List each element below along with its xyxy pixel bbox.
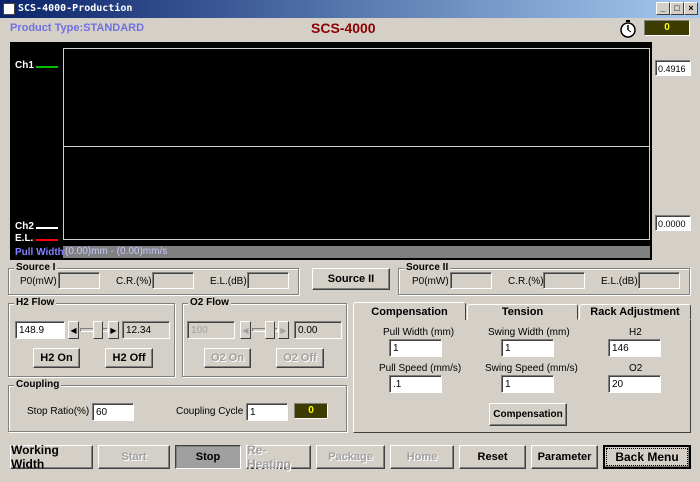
ch1-label: Ch1 — [15, 60, 34, 71]
source2-el-field — [638, 272, 680, 289]
close-button[interactable]: × — [684, 2, 698, 15]
ch2-label: Ch2 — [15, 221, 34, 232]
scope-min-value: 0.0000 — [655, 215, 691, 231]
h2-flow-title: H2 Flow — [14, 297, 57, 308]
h2-on-button[interactable]: H2 On — [33, 348, 80, 368]
maximize-button[interactable]: □ — [670, 2, 684, 15]
h2-slider-left[interactable]: ◀ — [68, 321, 79, 339]
source2-el-label: E.L.(dB) — [601, 276, 638, 287]
app-icon[interactable] — [3, 3, 15, 15]
source2-cr-field — [543, 272, 585, 289]
source2-title: Source II — [404, 262, 451, 273]
el-legend-line — [36, 239, 58, 241]
coupling-title: Coupling — [14, 379, 62, 390]
ch2-legend-line — [36, 227, 58, 229]
trace-line — [64, 146, 649, 147]
source1-cr-label: C.R.(%) — [116, 276, 152, 287]
swing-width-input[interactable]: 1 — [501, 339, 554, 357]
pull-speed-label: Pull Speed (mm/s) — [379, 363, 462, 374]
coupling-cycle-count: 0 — [294, 403, 328, 419]
source2-button[interactable]: Source II — [312, 268, 390, 290]
home-button[interactable]: Home — [390, 445, 454, 469]
reheating-button[interactable]: Re-Heating — [246, 443, 311, 471]
source1-el-label: E.L.(dB) — [210, 276, 247, 287]
back-menu-button[interactable]: Back Menu — [603, 445, 691, 469]
source1-p0-label: P0(mW) — [20, 276, 57, 287]
start-button[interactable]: Start — [98, 445, 170, 469]
tab-rack-adjustment[interactable]: Rack Adjustment — [579, 304, 691, 320]
stop-ratio-label: Stop Ratio(%) — [27, 406, 90, 417]
h2-slider-right[interactable]: ▶ — [108, 321, 119, 339]
stopwatch-icon — [620, 20, 636, 38]
h2-reading: 12.34 — [122, 321, 170, 339]
source2-p0-field — [450, 272, 492, 289]
h2-setpoint-input[interactable]: 148.9 — [15, 321, 65, 339]
plot-area — [63, 48, 650, 240]
source2-cr-label: C.R.(%) — [508, 276, 544, 287]
o2-setpoint-input[interactable]: 100 — [187, 321, 235, 339]
reset-button[interactable]: Reset — [459, 445, 526, 469]
parameter-button[interactable]: Parameter — [531, 445, 598, 469]
scope-max-value: 0.4916 — [655, 60, 691, 76]
app-title: SCS-4000 — [311, 20, 376, 36]
stop-button[interactable]: Stop — [175, 445, 241, 469]
ch1-legend-line — [36, 66, 58, 68]
title-bar: SCS-4000-Production _ □ × — [0, 0, 700, 18]
swing-width-label: Swing Width (mm) — [488, 327, 570, 338]
o2-reading: 0.00 — [294, 321, 342, 339]
pull-speed-input[interactable]: .1 — [389, 375, 442, 393]
h2-off-button[interactable]: H2 Off — [105, 348, 153, 368]
tab-compensation[interactable]: Compensation — [353, 302, 466, 320]
o2-on-button[interactable]: O2 On — [204, 348, 251, 368]
pull-width-mm-label: Pull Width (mm) — [383, 327, 455, 338]
minimize-button[interactable]: _ — [656, 2, 670, 15]
pull-width-bar: (0.00)mm - (0.00)mm/s — [63, 246, 650, 258]
o2-comp-input[interactable]: 20 — [608, 375, 661, 393]
o2-slider-left[interactable]: ◀ — [240, 321, 251, 339]
source1-p0-field — [58, 272, 100, 289]
o2-slider-right[interactable]: ▶ — [278, 321, 289, 339]
swing-speed-label: Swing Speed (mm/s) — [485, 363, 578, 374]
package-button[interactable]: Package — [316, 445, 385, 469]
coupling-cycle-label: Coupling Cycle — [176, 406, 244, 417]
product-type: Product Type:STANDARD — [10, 22, 145, 34]
h2-comp-label: H2 — [629, 327, 642, 338]
h2-comp-input[interactable]: 146 — [608, 339, 661, 357]
source1-title: Source I — [14, 262, 58, 273]
working-width-button[interactable]: Working Width — [10, 443, 93, 471]
window-title: SCS-4000-Production — [18, 3, 133, 14]
compensation-button[interactable]: Compensation — [489, 403, 567, 426]
o2-comp-label: O2 — [629, 363, 643, 374]
stop-ratio-input[interactable]: 60 — [92, 403, 134, 421]
tab-tension[interactable]: Tension — [467, 304, 578, 320]
source1-el-field — [247, 272, 289, 289]
h2-slider-thumb[interactable] — [93, 321, 103, 339]
pull-width-input[interactable]: 1 — [389, 339, 442, 357]
source2-p0-label: P0(mW) — [412, 276, 449, 287]
o2-flow-title: O2 Flow — [188, 297, 231, 308]
swing-speed-input[interactable]: 1 — [501, 375, 554, 393]
pull-width-range: (0.00)mm - (0.00)mm/s — [65, 246, 168, 257]
pull-width-label: Pull Width — [15, 247, 64, 258]
coupling-cycle-input[interactable]: 1 — [246, 403, 288, 421]
el-label: E.L. — [15, 233, 34, 244]
source1-cr-field — [152, 272, 194, 289]
counter-display: 0 — [644, 20, 690, 36]
o2-off-button[interactable]: O2 Off — [276, 348, 324, 368]
o2-slider-thumb[interactable] — [265, 321, 275, 339]
